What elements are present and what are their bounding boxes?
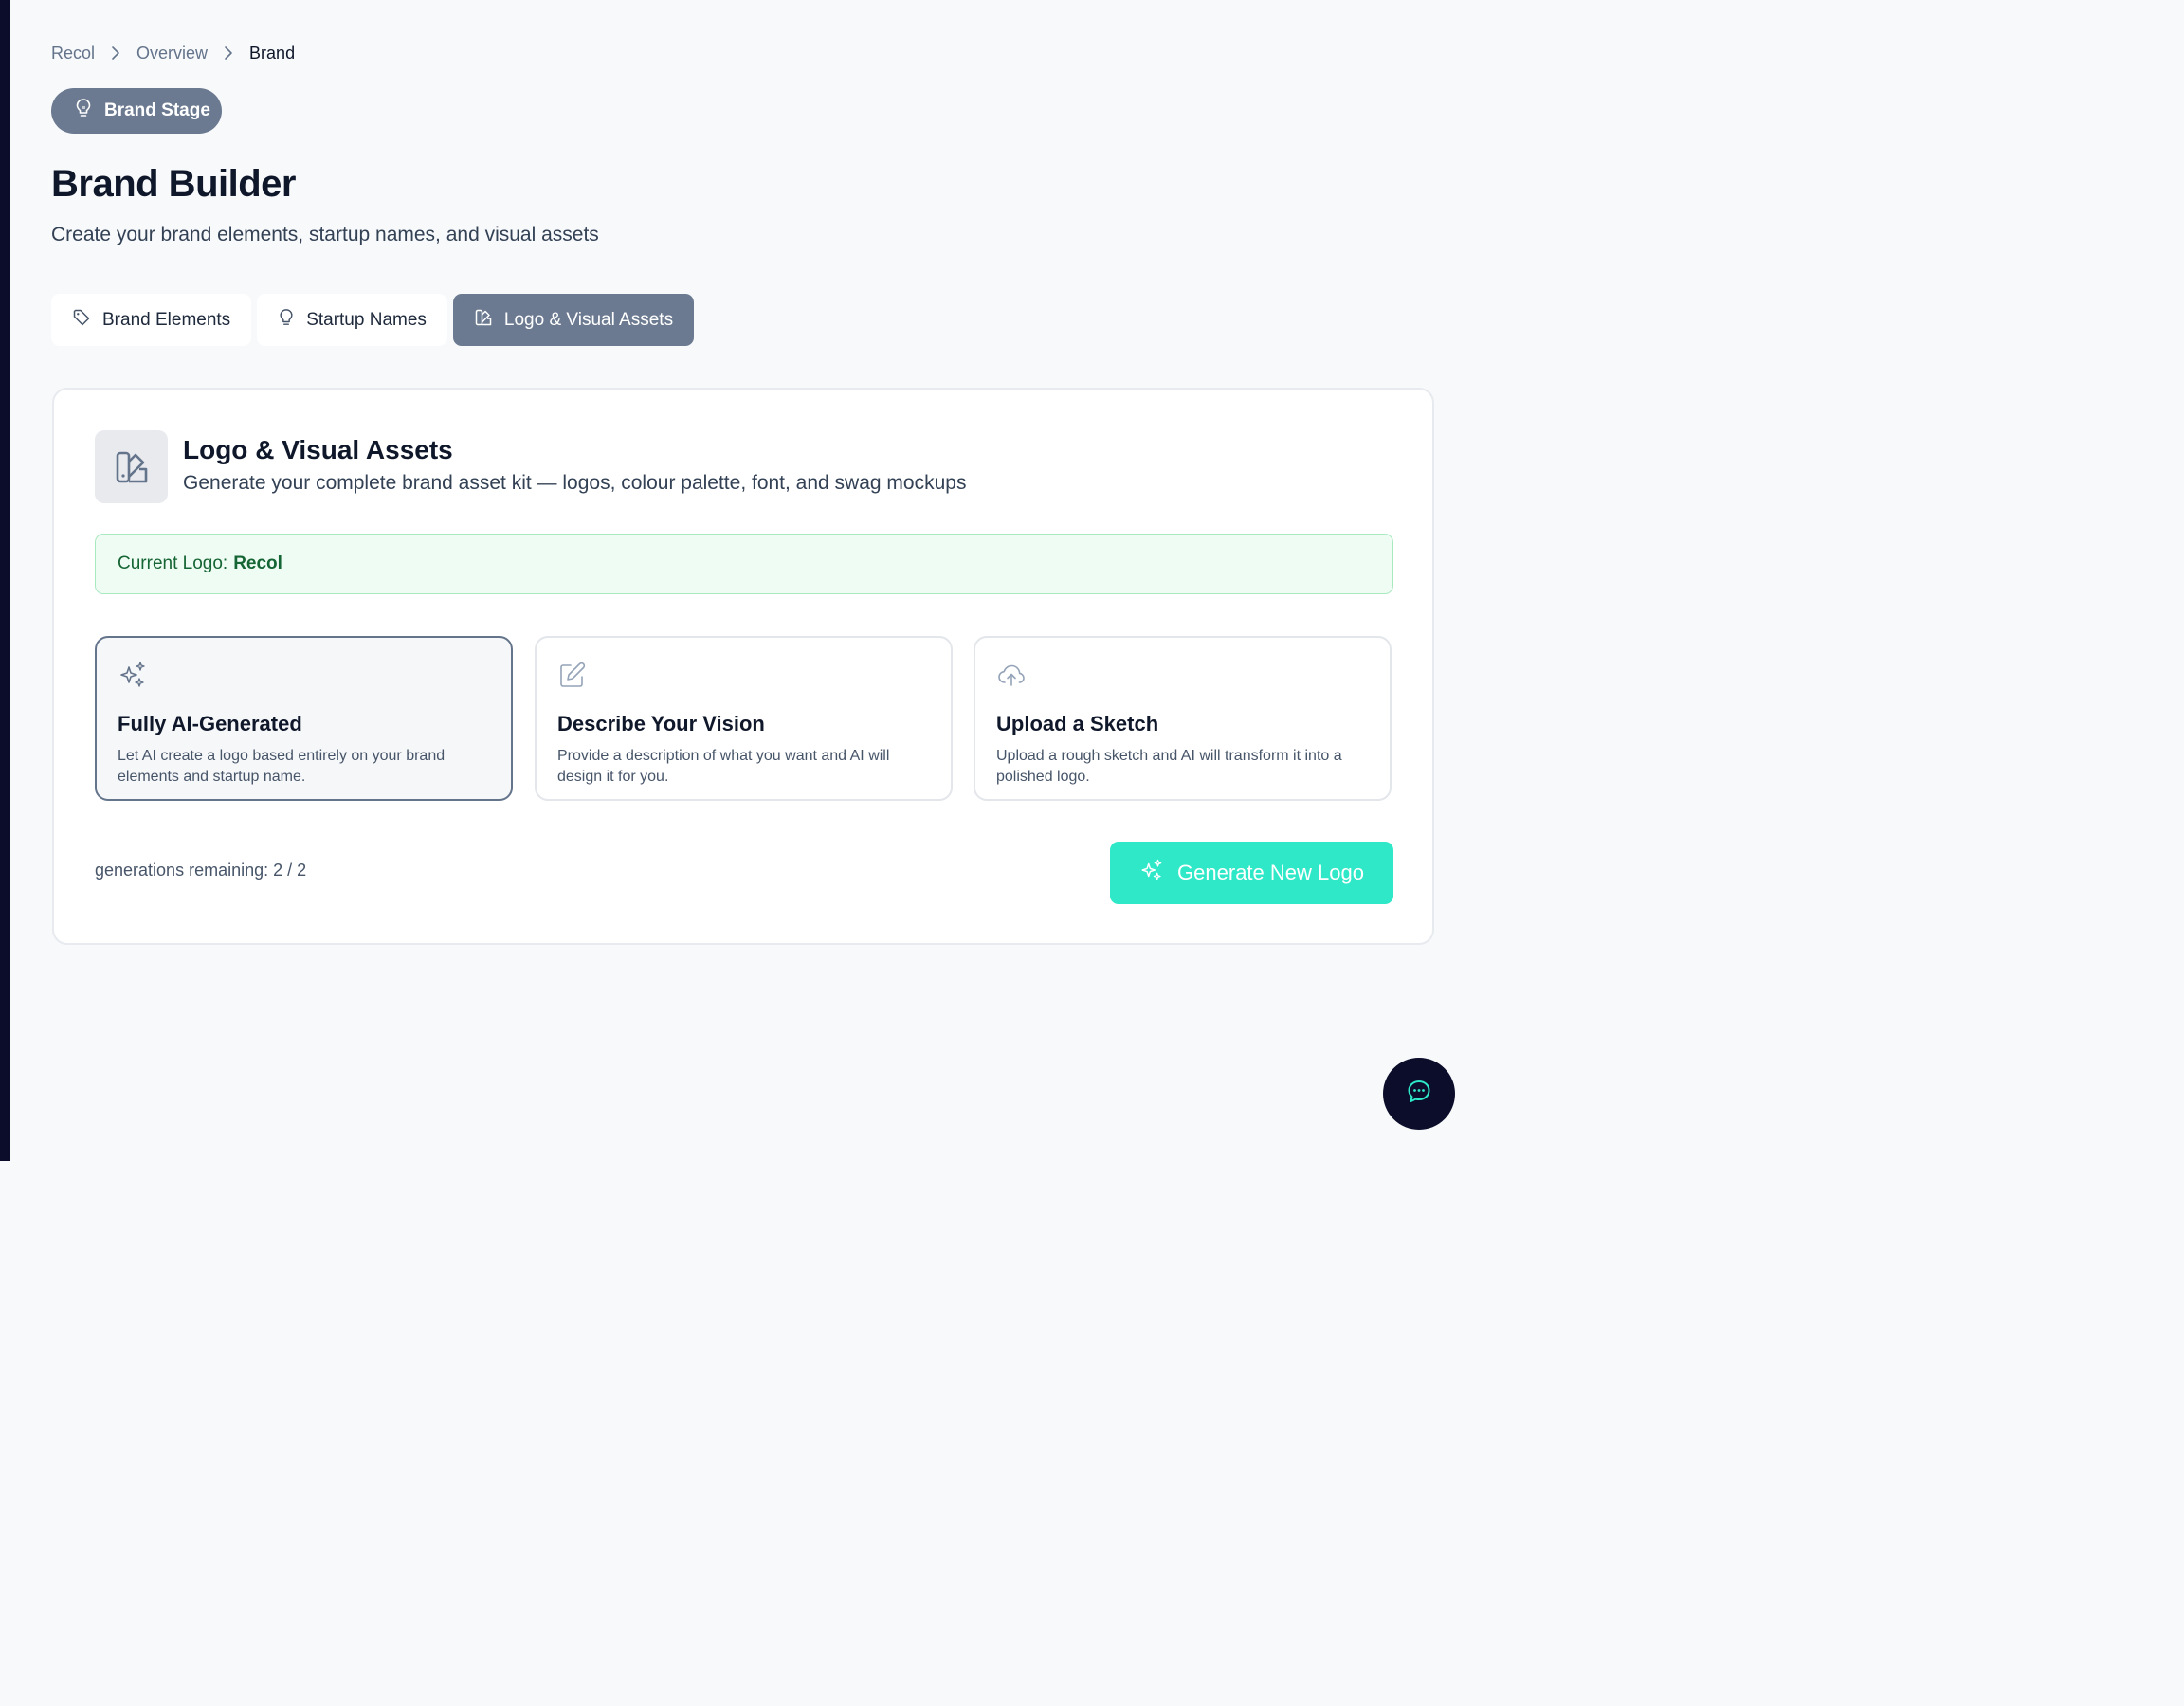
chat-bubble-icon (1405, 1078, 1433, 1111)
sparkles-icon (118, 659, 490, 691)
tab-logo-visual-assets[interactable]: Logo & Visual Assets (452, 294, 695, 346)
page-title: Brand Builder (51, 163, 296, 205)
current-logo-banner: Current Logo: Recol (95, 534, 1393, 594)
tab-startup-names[interactable]: Startup Names (257, 294, 447, 346)
option-fully-ai-generated[interactable]: Fully AI-Generated Let AI create a logo … (95, 636, 513, 801)
tab-label: Startup Names (306, 309, 427, 330)
option-description: Upload a rough sketch and AI will transf… (996, 748, 1342, 785)
chat-button[interactable] (1383, 1058, 1455, 1130)
cloud-upload-icon (996, 659, 1369, 691)
lightbulb-icon (74, 98, 93, 124)
pencil-square-icon (557, 659, 930, 691)
swatch-book-icon (474, 308, 493, 333)
breadcrumb: Recol Overview Brand (51, 42, 295, 64)
option-upload-a-sketch[interactable]: Upload a Sketch Upload a rough sketch an… (974, 636, 1392, 801)
card-title: Logo & Visual Assets (183, 435, 453, 464)
option-title: Describe Your Vision (557, 712, 765, 735)
brand-stage-label: Brand Stage (104, 100, 210, 120)
tag-icon (72, 308, 91, 333)
generate-new-logo-button[interactable]: Generate New Logo (1110, 842, 1393, 904)
page-subtitle: Create your brand elements, startup name… (51, 224, 599, 245)
breadcrumb-item-overview[interactable]: Overview (136, 44, 208, 64)
current-logo-value: Recol (233, 554, 282, 573)
option-description: Provide a description of what you want a… (557, 748, 890, 785)
tab-bar: Brand Elements Startup Names Logo & Visu… (51, 294, 695, 346)
option-description: Let AI create a logo based entirely on y… (118, 748, 446, 785)
lightbulb-icon (278, 308, 295, 333)
tab-label: Logo & Visual Assets (503, 309, 674, 330)
breadcrumb-item-brand: Brand (249, 43, 296, 63)
chevron-right-icon (208, 45, 249, 61)
tab-label: Brand Elements (102, 309, 231, 330)
logo-visual-assets-card: Logo & Visual Assets Generate your compl… (52, 388, 1434, 945)
tab-brand-elements[interactable]: Brand Elements (51, 294, 252, 346)
current-logo-label: Current Logo: (118, 554, 228, 573)
generate-button-label: Generate New Logo (1177, 861, 1364, 884)
option-title: Fully AI-Generated (118, 712, 302, 735)
sparkles-icon (1139, 858, 1164, 888)
chevron-right-icon (95, 45, 136, 61)
option-describe-your-vision[interactable]: Describe Your Vision Provide a descripti… (535, 636, 953, 801)
generations-remaining: generations remaining: 2 / 2 (95, 861, 307, 880)
swatch-book-icon (95, 430, 168, 503)
left-rail (0, 0, 10, 1161)
brand-stage-badge: Brand Stage (51, 88, 222, 134)
breadcrumb-item-recol[interactable]: Recol (51, 44, 95, 64)
card-subtitle: Generate your complete brand asset kit —… (183, 472, 967, 494)
option-title: Upload a Sketch (996, 712, 1159, 735)
